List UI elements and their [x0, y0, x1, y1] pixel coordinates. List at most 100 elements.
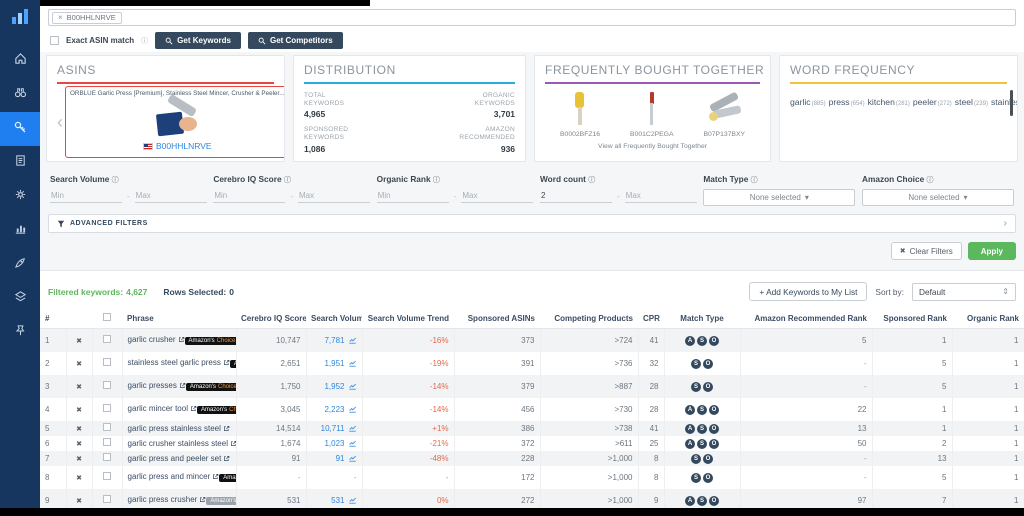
remove-keyword-icon[interactable]: ✖ — [76, 498, 82, 505]
filter-max-input[interactable] — [461, 189, 533, 203]
carousel-prev-icon[interactable]: ‹ — [57, 112, 63, 133]
asin-id[interactable]: B00HHLNRVE — [143, 141, 212, 151]
search-volume-value[interactable]: 1,951 — [324, 359, 344, 368]
row-checkbox[interactable] — [103, 495, 111, 503]
trend-chart-icon[interactable] — [348, 454, 357, 462]
row-checkbox[interactable] — [103, 358, 111, 366]
phrase-link[interactable]: garlic presses — [128, 381, 186, 390]
sidebar-item-analytics[interactable] — [0, 214, 40, 248]
row-checkbox[interactable] — [103, 472, 111, 480]
phrase-link[interactable]: garlic crusher — [128, 335, 185, 344]
phrase-link[interactable]: garlic press and peeler set — [128, 454, 231, 463]
column-header-Phrase[interactable]: Phrase — [122, 310, 236, 329]
filter-min-input[interactable] — [213, 189, 285, 203]
trend-chart-icon[interactable] — [348, 382, 357, 390]
row-checkbox[interactable] — [103, 453, 111, 461]
fbt-product[interactable]: B001C2PEGA — [630, 90, 673, 138]
sidebar-item-rocket[interactable] — [0, 248, 40, 282]
sort-select[interactable]: Default ⇕ — [912, 283, 1016, 301]
column-header-#[interactable]: # — [40, 310, 66, 329]
fbt-view-all-link[interactable]: View all Frequently Bought Together — [545, 143, 760, 150]
remove-keyword-icon[interactable]: ✖ — [76, 441, 82, 448]
search-volume-value[interactable]: 2,223 — [324, 405, 344, 414]
word-frequency-term[interactable]: garlic — [790, 97, 811, 107]
filter-min-input[interactable] — [50, 189, 122, 203]
search-volume-value[interactable]: 1,023 — [324, 439, 344, 448]
sidebar-item-home[interactable] — [0, 44, 40, 78]
filter-select[interactable]: None selected ▾ — [862, 189, 1014, 206]
remove-keyword-icon[interactable]: ✖ — [76, 338, 82, 345]
sidebar-item-layers[interactable] — [0, 282, 40, 316]
word-frequency-term[interactable]: stainless — [991, 97, 1018, 107]
trend-chart-icon[interactable] — [348, 405, 357, 413]
row-checkbox[interactable] — [103, 438, 111, 446]
asin-search-input[interactable]: × B00HHLNRVE — [48, 9, 1016, 26]
trend-chart-icon[interactable] — [348, 424, 357, 432]
filter-max-input[interactable] — [298, 189, 370, 203]
clear-filters-button[interactable]: ✖ Clear Filters — [891, 242, 962, 260]
fbt-product[interactable]: B07P137BXY — [703, 90, 745, 138]
search-volume-value[interactable]: 7,781 — [324, 336, 344, 345]
sidebar-item-gear[interactable] — [0, 180, 40, 214]
search-volume-value[interactable]: 10,711 — [321, 424, 345, 433]
column-header-Organic Rank[interactable]: Organic Rank — [952, 310, 1024, 329]
exact-asin-checkbox[interactable] — [50, 36, 59, 45]
remove-keyword-icon[interactable]: ✖ — [76, 361, 82, 368]
remove-keyword-icon[interactable]: ✖ — [76, 426, 82, 433]
column-header-Amazon Recommended Rank[interactable]: Amazon Recommended Rank — [740, 310, 872, 329]
phrase-link[interactable]: garlic press and mincer — [128, 472, 220, 481]
fbt-product[interactable]: B0002BFZ16 — [560, 90, 600, 138]
trend-chart-icon[interactable] — [348, 359, 357, 367]
sidebar-item-pin[interactable] — [0, 316, 40, 350]
word-frequency-term[interactable]: press — [829, 97, 850, 107]
remove-keyword-icon[interactable]: ✖ — [76, 407, 82, 414]
advanced-filters-toggle[interactable]: ADVANCED FILTERS › — [48, 214, 1016, 233]
column-header-Match Type[interactable]: Match Type — [664, 310, 740, 329]
filter-max-input[interactable] — [625, 189, 697, 203]
word-frequency-term[interactable]: peeler — [913, 97, 937, 107]
remove-keyword-icon[interactable]: ✖ — [76, 384, 82, 391]
trend-chart-icon[interactable] — [348, 336, 357, 344]
search-volume-value[interactable]: 1,952 — [324, 382, 344, 391]
word-frequency-term[interactable]: steel — [955, 97, 973, 107]
filter-min-input[interactable] — [540, 189, 612, 203]
scrollbar-thumb[interactable] — [1010, 90, 1013, 116]
word-frequency-term[interactable]: kitchen — [868, 97, 895, 107]
trend-chart-icon[interactable] — [348, 496, 357, 504]
search-volume-value[interactable]: 531 — [331, 496, 344, 505]
column-header-Sponsored Rank[interactable]: Sponsored Rank — [872, 310, 952, 329]
apply-button[interactable]: Apply — [968, 242, 1016, 260]
get-keywords-button[interactable]: Get Keywords — [155, 32, 241, 49]
row-checkbox[interactable] — [103, 335, 111, 343]
column-header-Search Volume Trend[interactable]: Search Volume Trend — [362, 310, 454, 329]
column-header-CPR[interactable]: CPR — [638, 310, 664, 329]
column-header-Competing Products[interactable]: Competing Products — [540, 310, 638, 329]
phrase-link[interactable]: garlic press stainless steel — [128, 424, 230, 433]
column-header-Search Volume[interactable]: Search Volume — [306, 310, 362, 329]
phrase-link[interactable]: garlic press crusher — [128, 495, 207, 504]
column-header-Sponsored ASINs[interactable]: Sponsored ASINs — [454, 310, 540, 329]
remove-keyword-icon[interactable]: ✖ — [76, 456, 82, 463]
column-header-Cerebro IQ Score[interactable]: Cerebro IQ Score — [236, 310, 306, 329]
sidebar-item-key[interactable] — [0, 112, 40, 146]
trend-chart-icon[interactable] — [348, 439, 357, 447]
phrase-link[interactable]: garlic crusher stainless steel — [128, 439, 237, 448]
sidebar-item-clipboard[interactable] — [0, 146, 40, 180]
row-checkbox[interactable] — [103, 404, 111, 412]
filter-max-input[interactable] — [135, 189, 207, 203]
sidebar-item-binoculars[interactable] — [0, 78, 40, 112]
get-competitors-button[interactable]: Get Competitors — [248, 32, 343, 49]
asin-product-card[interactable]: ORBLUE Garlic Press [Premium], Stainless… — [65, 86, 285, 158]
phrase-link[interactable]: garlic mincer tool — [128, 404, 197, 413]
filter-select[interactable]: None selected ▾ — [703, 189, 855, 206]
select-all-checkbox[interactable] — [103, 313, 111, 321]
chip-remove-icon[interactable]: × — [58, 13, 63, 22]
row-checkbox[interactable] — [103, 423, 111, 431]
remove-keyword-icon[interactable]: ✖ — [76, 475, 82, 482]
asin-chip[interactable]: × B00HHLNRVE — [52, 12, 122, 24]
search-volume-value[interactable]: 91 — [336, 454, 345, 463]
add-keywords-button[interactable]: + Add Keywords to My List — [749, 282, 867, 301]
row-checkbox[interactable] — [103, 381, 111, 389]
phrase-link[interactable]: stainless steel garlic press — [128, 358, 230, 367]
filter-min-input[interactable] — [377, 189, 449, 203]
